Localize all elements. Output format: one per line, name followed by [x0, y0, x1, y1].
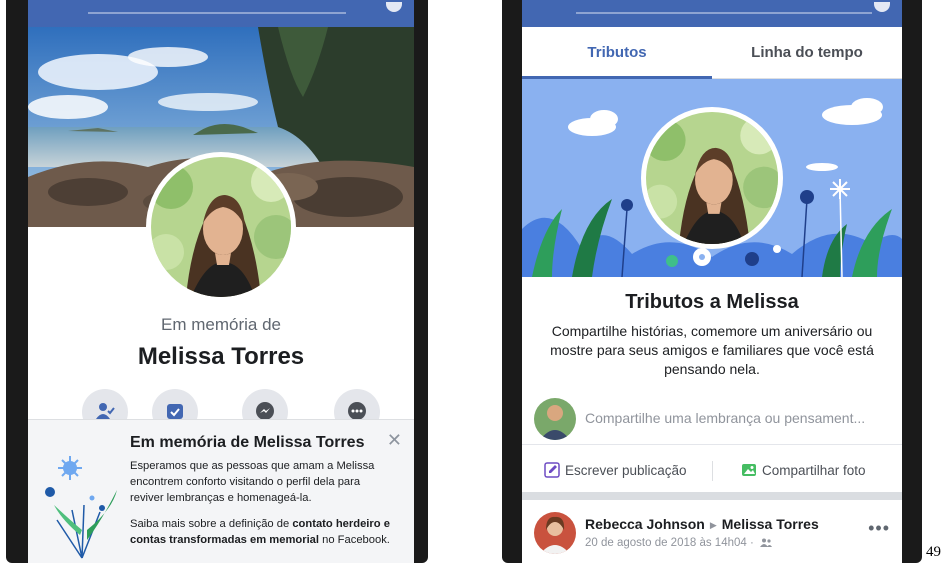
tribute-composer[interactable]: Compartilhe uma lembrança ou pensament..…	[522, 393, 902, 445]
composer-actions: Escrever publicação Compartilhar foto	[522, 452, 902, 490]
tribute-post: Rebecca Johnson ▶ Melissa Torres 20 de ago…	[522, 500, 902, 563]
more-icon	[348, 402, 366, 420]
learn-more-suffix: no Facebook.	[319, 534, 390, 546]
phone-side-button	[916, 210, 922, 330]
phone-side-button	[916, 80, 922, 150]
search-bar[interactable]	[88, 12, 346, 14]
arrow-right-icon: ▶	[709, 520, 717, 530]
composer-input[interactable]: Compartilhe uma lembrança ou pensament..…	[585, 410, 865, 426]
messenger-icon[interactable]	[874, 2, 890, 12]
learn-more-prefix: Saiba mais sobre a definição de	[130, 518, 293, 530]
top-bar	[522, 0, 902, 27]
post-header: Rebecca Johnson ▶ Melissa Torres	[585, 516, 819, 532]
feed-separator	[522, 492, 902, 500]
messenger-icon	[256, 402, 274, 420]
top-bar	[28, 0, 414, 27]
user-avatar	[534, 398, 576, 440]
phone-left: Em memória de Melissa Torres Em memória …	[6, 0, 428, 563]
profile-tabs: Tributos Linha do tempo	[522, 27, 902, 79]
search-bar[interactable]	[576, 12, 872, 14]
flower-bouquet-icon	[45, 456, 117, 559]
post-meta: 20 de agosto de 2018 às 14h04 ·	[585, 537, 773, 549]
profile-photo[interactable]	[151, 157, 291, 297]
profile-name: Melissa Torres	[137, 343, 305, 370]
info-card-text: Esperamos que as pessoas que amam a Meli…	[130, 460, 375, 504]
share-photo-label: Compartilhar foto	[762, 463, 866, 478]
memorial-prefix: Em memória de	[161, 315, 281, 334]
photo-icon	[742, 464, 756, 476]
tributes-description: Compartilhe histórias, comemore um anive…	[550, 323, 874, 377]
tab-linha-do-tempo[interactable]: Linha do tempo	[712, 27, 902, 79]
messenger-icon[interactable]	[386, 2, 402, 12]
write-post-button[interactable]: Escrever publicação	[544, 452, 687, 490]
friends-audience-icon	[760, 538, 773, 547]
tab-tributos[interactable]: Tributos	[522, 27, 712, 79]
memories-icon	[167, 404, 183, 419]
phone-side-button	[422, 200, 428, 300]
info-card-title: Em memória de Melissa Torres	[130, 434, 365, 451]
tributes-screen: Tributos Linha do tempo Tributos a Melis…	[522, 0, 902, 563]
write-post-label: Escrever publicação	[565, 463, 687, 478]
close-icon[interactable]: ✕	[387, 430, 402, 451]
page-number: 49	[926, 544, 941, 560]
phone-right: Tributos Linha do tempo Tributos a Melis…	[502, 0, 922, 563]
memorial-profile-screen: Em memória de Melissa Torres Em memória …	[28, 0, 414, 563]
post-author[interactable]: Rebecca Johnson	[585, 516, 705, 532]
post-more-icon[interactable]: •••	[868, 518, 890, 539]
tributes-title: Tributos a Melissa	[625, 291, 799, 313]
memorial-info-card: Em memória de Melissa Torres ✕ Esperamos…	[28, 419, 414, 563]
post-author-avatar[interactable]	[534, 512, 576, 554]
pencil-icon	[544, 462, 560, 478]
divider	[712, 461, 713, 481]
info-card-learn-more: Saiba mais sobre a definição de contato …	[130, 516, 390, 548]
post-timestamp[interactable]: 20 de agosto de 2018 às 14h04 ·	[585, 537, 754, 549]
friends-icon	[96, 403, 115, 419]
share-photo-button[interactable]: Compartilhar foto	[741, 452, 866, 490]
post-target[interactable]: Melissa Torres	[722, 516, 819, 532]
profile-photo[interactable]	[646, 112, 778, 244]
